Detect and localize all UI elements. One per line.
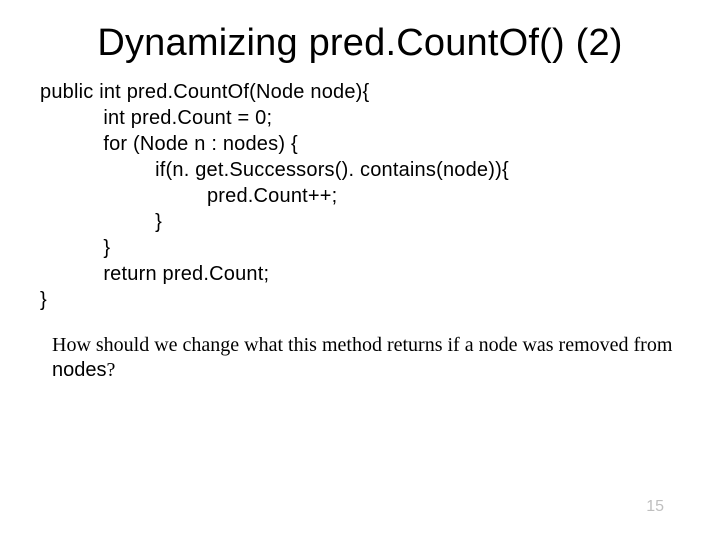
- code-line-4: if(n. get.Successors(). contains(node)){: [40, 159, 509, 181]
- code-line-5: pred.Count++;: [40, 185, 337, 207]
- slide-title: Dynamizing pred.CountOf() (2): [0, 0, 720, 79]
- slide: Dynamizing pred.CountOf() (2) public int…: [0, 0, 720, 540]
- code-block: public int pred.CountOf(Node node){ int …: [0, 79, 720, 313]
- question-part-1: How should we change what this method re…: [52, 334, 672, 356]
- code-line-6: }: [40, 211, 162, 233]
- code-line-9: }: [40, 289, 47, 311]
- code-line-1: public int pred.CountOf(Node node){: [40, 81, 369, 103]
- code-line-7: }: [40, 237, 110, 259]
- question-code-word: nodes: [52, 359, 107, 381]
- question-text: How should we change what this method re…: [0, 313, 720, 383]
- code-line-8: return pred.Count;: [40, 263, 269, 285]
- code-line-2: int pred.Count = 0;: [40, 107, 272, 129]
- code-line-3: for (Node n : nodes) {: [40, 133, 298, 155]
- page-number: 15: [646, 498, 664, 516]
- question-part-2: ?: [107, 359, 116, 381]
